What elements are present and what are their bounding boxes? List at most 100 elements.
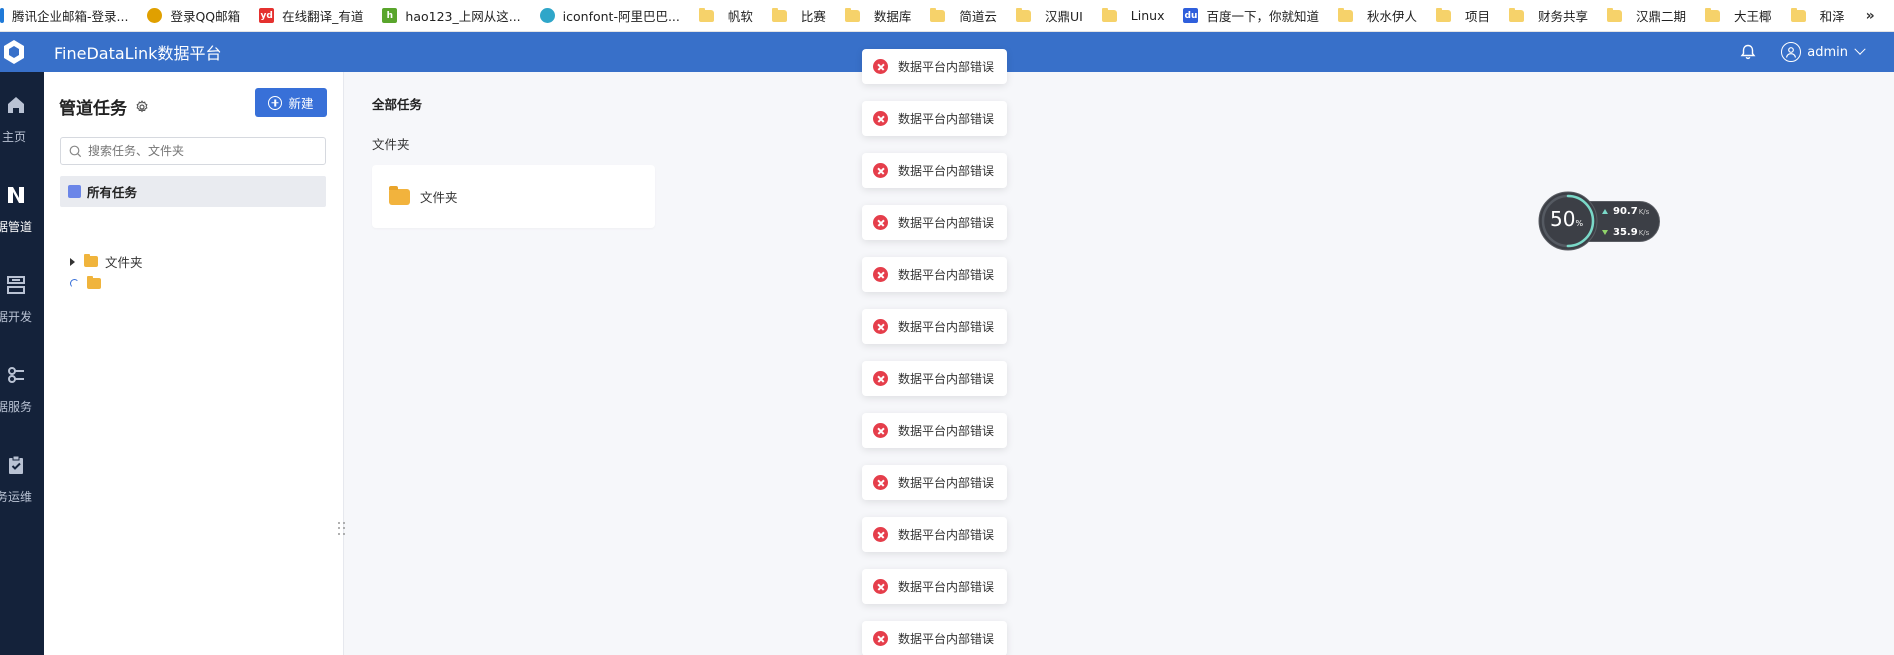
error-toast[interactable]: 数据平台内部错误 [862, 621, 1007, 655]
bookmark-item[interactable]: 项目 [1426, 0, 1499, 31]
service-icon [8, 367, 24, 383]
error-toast[interactable]: 数据平台内部错误 [862, 361, 1007, 396]
nav-item-pipeline[interactable]: 据管道 [0, 184, 44, 235]
bookmark-item[interactable]: 登录QQ邮箱 [137, 0, 249, 31]
folder-icon [87, 276, 101, 289]
folder-card[interactable]: 文件夹 [372, 165, 655, 228]
nav-item-service[interactable]: 据服务 [0, 364, 44, 415]
folder-icon [84, 254, 98, 267]
bell-icon[interactable] [1739, 43, 1757, 61]
toast-message: 数据平台内部错误 [898, 164, 995, 178]
bookmark-other[interactable]: 其他书签 [1887, 0, 1894, 31]
bookmark-item[interactable]: 比赛 [762, 0, 835, 31]
toast-message: 数据平台内部错误 [898, 476, 995, 490]
bookmark-item[interactable]: 腾讯企业邮箱-登录... [0, 0, 137, 31]
bookmark-item[interactable]: du 百度一下，你就知道 [1173, 0, 1328, 31]
error-icon [873, 631, 888, 646]
bookmark-item[interactable]: 财务共享 [1499, 0, 1597, 31]
search-box[interactable] [60, 137, 326, 165]
nav-item-ops[interactable]: 务运维 [0, 454, 44, 505]
error-toast[interactable]: 数据平台内部错误 [862, 153, 1007, 188]
finedatalink-logo-icon[interactable] [0, 38, 28, 66]
bookmark-label: 项目 [1465, 9, 1491, 24]
tencent-mail-icon [0, 8, 4, 23]
folder-icon [771, 7, 787, 22]
error-toast[interactable]: 数据平台内部错误 [862, 413, 1007, 448]
folder-icon [1790, 7, 1806, 22]
error-icon [873, 59, 888, 74]
bookmark-item[interactable]: 秋水伊人 [1328, 0, 1426, 31]
gear-icon[interactable] [135, 99, 149, 114]
toast-message: 数据平台内部错误 [898, 424, 995, 438]
baidu-icon: du [1183, 8, 1199, 23]
download-speed: 35.9 K/s [1602, 227, 1649, 238]
nav-item-dev[interactable]: 据开发 [0, 274, 44, 325]
error-toast[interactable]: 数据平台内部错误 [862, 465, 1007, 500]
error-icon [873, 163, 888, 178]
toast-message: 数据平台内部错误 [898, 216, 995, 230]
folder-icon [1337, 7, 1353, 22]
error-toast[interactable]: 数据平台内部错误 [862, 101, 1007, 136]
upload-speed: 90.7 K/s [1602, 206, 1649, 217]
bookmark-label: iconfont-阿里巴巴... [562, 9, 680, 24]
task-list-icon [68, 185, 81, 198]
bookmark-item[interactable]: yd 在线翻译_有道 [249, 0, 372, 31]
tree-folder-label: 文件夹 [105, 255, 143, 270]
bookmarks-overflow-button[interactable]: » [1854, 8, 1887, 24]
error-icon [873, 267, 888, 282]
plus-circle-icon [268, 95, 283, 110]
caret-right-icon[interactable] [70, 257, 75, 266]
bookmark-item[interactable]: Linux [1092, 0, 1174, 31]
error-toast[interactable]: 数据平台内部错误 [862, 257, 1007, 292]
bookmark-label: 数据库 [873, 9, 912, 24]
bookmark-item[interactable]: 简道云 [920, 0, 1006, 31]
error-icon [873, 111, 888, 126]
folder-icon [844, 7, 860, 22]
bookmark-item[interactable]: 帆软 [689, 0, 762, 31]
left-nav: 主页 据管道 据开发 据服务 务运维 [0, 72, 44, 655]
bookmark-item[interactable]: 大王椰 [1695, 0, 1781, 31]
toast-message: 数据平台内部错误 [898, 60, 995, 74]
youdao-icon: yd [259, 8, 275, 23]
error-toast[interactable]: 数据平台内部错误 [862, 569, 1007, 604]
bookmark-item[interactable]: 数据库 [835, 0, 921, 31]
usage-percent: 50% [1550, 207, 1584, 231]
bookmark-item[interactable]: 汉鼎UI [1006, 0, 1092, 31]
main-content: 全部任务 文件夹 文件夹 [345, 72, 1894, 655]
folder-icon [1101, 7, 1117, 22]
toast-message: 数据平台内部错误 [898, 528, 995, 542]
bookmark-item[interactable]: iconfont-阿里巴巴... [530, 0, 689, 31]
toast-message: 数据平台内部错误 [898, 112, 995, 126]
hao123-icon: h [382, 8, 398, 23]
error-toast[interactable]: 数据平台内部错误 [862, 205, 1007, 240]
bookmarks-bar: 腾讯企业邮箱-登录... 登录QQ邮箱 yd 在线翻译_有道 h hao123_上网从这.… [0, 0, 1894, 32]
bookmark-item[interactable]: 和泽 [1781, 0, 1854, 31]
nav-label-service: 据服务 [0, 400, 32, 414]
bookmark-item[interactable]: h hao123_上网从这... [372, 0, 529, 31]
breadcrumb[interactable]: 全部任务 [372, 94, 422, 113]
chevron-down-icon [1854, 43, 1866, 55]
toast-message: 数据平台内部错误 [898, 372, 995, 386]
arrow-up-icon [1602, 209, 1608, 214]
nav-item-home[interactable]: 主页 [0, 94, 44, 145]
bookmark-label: 帆软 [727, 9, 753, 24]
error-toast[interactable]: 数据平台内部错误 [862, 49, 1007, 84]
new-button[interactable]: 新建 [255, 88, 327, 117]
dev-icon [7, 276, 25, 294]
bookmark-label: 在线翻译_有道 [282, 9, 364, 24]
toast-message: 数据平台内部错误 [898, 580, 995, 594]
bookmark-label: 比赛 [800, 9, 826, 24]
tree-item-loading[interactable] [70, 276, 108, 289]
nav-label-home: 主页 [1, 130, 26, 144]
bookmark-item[interactable]: 汉鼎二期 [1597, 0, 1695, 31]
error-toast[interactable]: 数据平台内部错误 [862, 517, 1007, 552]
user-menu[interactable]: admin [1781, 42, 1866, 62]
folder-icon [1705, 7, 1721, 22]
avatar-icon [1781, 42, 1802, 62]
search-icon [69, 145, 82, 157]
tree-item-folder[interactable]: 文件夹 [70, 252, 143, 271]
network-speed-widget[interactable]: 50% 90.7 K/s 35.9 K/s [1538, 191, 1660, 251]
search-input[interactable] [88, 144, 308, 158]
tree-item-all-tasks[interactable]: 所有任务 [60, 176, 326, 207]
error-toast[interactable]: 数据平台内部错误 [862, 309, 1007, 344]
